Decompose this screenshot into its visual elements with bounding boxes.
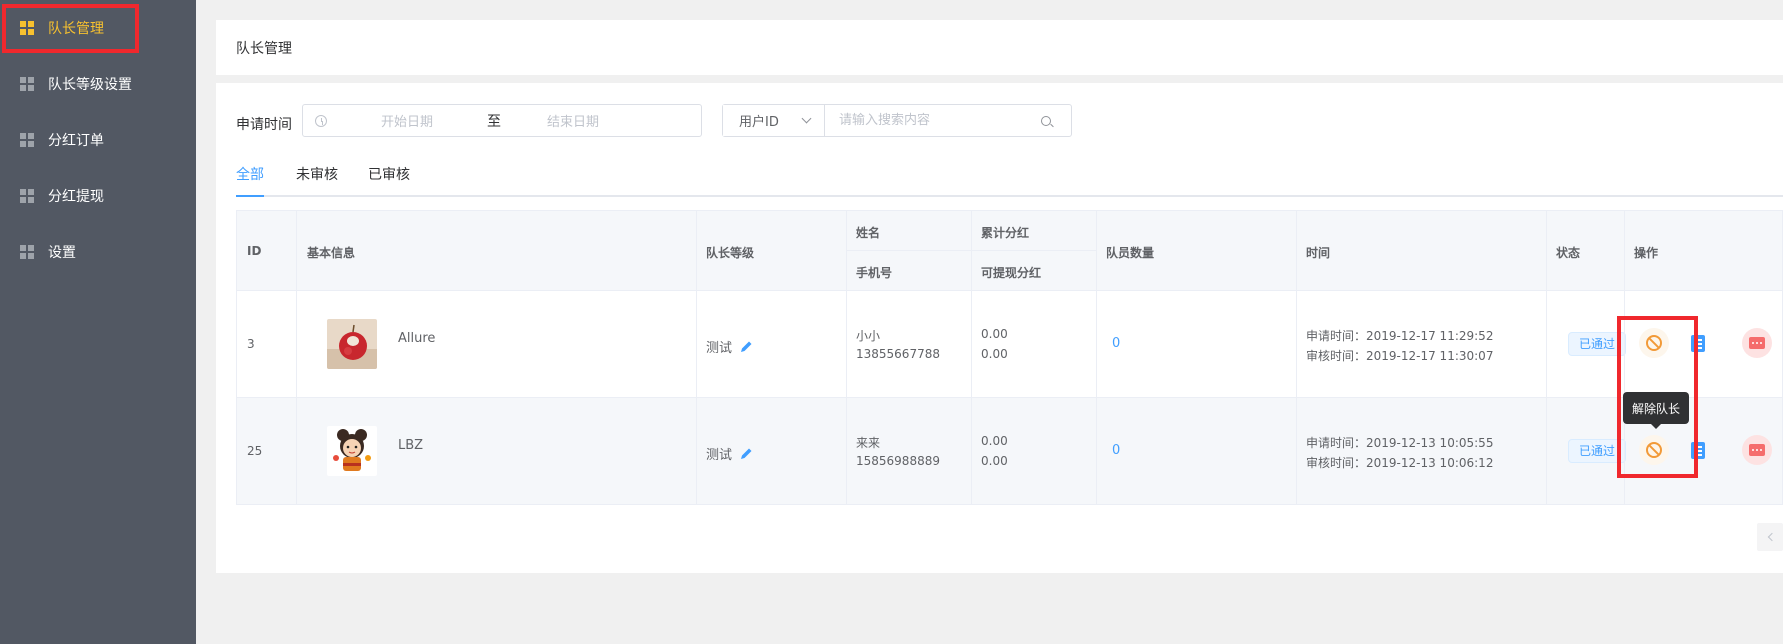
- tab-all[interactable]: 全部: [236, 163, 264, 197]
- apply-time-label: 申请时间: [236, 117, 292, 133]
- row-total-dividend: 0.00: [981, 327, 1008, 341]
- message-icon: [1749, 444, 1765, 456]
- start-date-input[interactable]: 开始日期: [381, 111, 433, 130]
- row-apply-time: 申请时间：2019-12-17 11:29:52: [1306, 329, 1494, 343]
- page-title: 队长管理: [236, 40, 292, 57]
- sidebar-item-dividend-withdrawal[interactable]: 分红提现: [0, 176, 196, 216]
- header-name: 姓名: [856, 226, 881, 240]
- column-divider: [1546, 211, 1547, 505]
- header-time: 时间: [1306, 246, 1331, 260]
- row-name: 来来: [856, 436, 881, 450]
- row-id: 3: [247, 337, 255, 351]
- column-divider: [1624, 211, 1625, 505]
- row-total-dividend: 0.00: [981, 434, 1008, 448]
- grid-icon: [20, 189, 34, 203]
- chevron-down-icon: [801, 113, 812, 124]
- message-button[interactable]: [1742, 435, 1772, 465]
- row-review-time: 审核时间：2019-12-17 11:30:07: [1306, 349, 1494, 363]
- detail-document-icon[interactable]: [1691, 442, 1705, 459]
- row-nickname: LBZ: [398, 438, 424, 453]
- sidebar-item-label: 队长等级设置: [48, 77, 132, 93]
- row-nickname: Allure: [398, 331, 436, 346]
- row-member-count[interactable]: 0: [1112, 443, 1120, 458]
- header-status: 状态: [1556, 246, 1581, 260]
- row-level: 测试: [706, 444, 753, 463]
- range-separator: 至: [487, 113, 501, 130]
- ban-icon: [1646, 442, 1662, 458]
- row-phone: 13855667788: [856, 347, 940, 361]
- date-range-picker[interactable]: 开始日期 至 结束日期: [302, 104, 702, 137]
- sidebar-item-captain-management[interactable]: 队长管理: [0, 8, 196, 48]
- clock-icon: [315, 114, 327, 127]
- sidebar-item-label: 设置: [48, 245, 76, 261]
- sidebar: 队长管理 队长等级设置 分红订单 分红提现 设置: [0, 0, 196, 644]
- grid-icon: [20, 77, 34, 91]
- column-divider: [696, 211, 697, 505]
- row-name: 小小: [856, 329, 881, 343]
- pencil-icon[interactable]: [740, 340, 753, 353]
- header-id: ID: [247, 244, 262, 258]
- row-withdrawable-dividend: 0.00: [981, 454, 1008, 468]
- header-phone: 手机号: [856, 266, 893, 280]
- remove-captain-tooltip: 解除队长: [1623, 392, 1689, 429]
- row-review-time: 审核时间：2019-12-13 10:06:12: [1306, 456, 1494, 470]
- grid-icon: [20, 21, 34, 35]
- row-level: 测试: [706, 337, 753, 356]
- table-header: ID 基本信息 队长等级 姓名 手机号 累计分红 可提现分红 队员数量 时间 状…: [237, 211, 1782, 291]
- search-field-value: 用户ID: [739, 115, 779, 130]
- column-divider: [1096, 211, 1097, 505]
- row-apply-time: 申请时间：2019-12-13 10:05:55: [1306, 436, 1494, 450]
- end-date-input[interactable]: 结束日期: [547, 111, 599, 130]
- search-group: 用户ID: [722, 104, 1072, 137]
- avatar: [327, 426, 377, 476]
- search-input[interactable]: [825, 105, 1041, 136]
- tab-reviewed[interactable]: 已审核: [368, 163, 410, 197]
- header-member-count: 队员数量: [1106, 246, 1155, 260]
- grid-icon: [20, 133, 34, 147]
- row-level-text: 测试: [706, 448, 733, 463]
- header-total-dividend: 累计分红: [981, 226, 1030, 240]
- search-field-select[interactable]: 用户ID: [723, 105, 825, 136]
- pencil-icon[interactable]: [740, 447, 753, 460]
- remove-captain-button[interactable]: [1639, 328, 1669, 358]
- column-divider: [296, 211, 297, 505]
- sidebar-item-settings[interactable]: 设置: [0, 232, 196, 272]
- tab-unreviewed[interactable]: 未审核: [296, 163, 338, 197]
- message-button[interactable]: [1742, 328, 1772, 358]
- sidebar-item-label: 分红订单: [48, 133, 104, 149]
- message-icon: [1749, 337, 1765, 349]
- table-row: 3 Allure 测试 小小 13855667788 0.00 0.00 0 申…: [237, 291, 1782, 398]
- sidebar-item-label: 分红提现: [48, 189, 104, 205]
- prev-page-button[interactable]: [1757, 523, 1783, 551]
- sidebar-item-label: 队长管理: [48, 21, 104, 37]
- table-row: 25 LBZ 测试 来来 15856988889 0.00 0.00 0 申请时…: [237, 398, 1782, 505]
- status-badge: 已通过: [1568, 332, 1627, 356]
- ban-icon: [1646, 335, 1662, 351]
- grid-icon: [20, 245, 34, 259]
- row-withdrawable-dividend: 0.00: [981, 347, 1008, 361]
- content-panel: 申请时间 开始日期 至 结束日期 用户ID 全部 未审核 已审核 ID 基本信息…: [216, 83, 1783, 573]
- sidebar-item-captain-level-settings[interactable]: 队长等级设置: [0, 64, 196, 104]
- status-tabs: 全部 未审核 已审核: [236, 163, 1783, 197]
- page-header: 队长管理: [216, 20, 1783, 75]
- status-badge: 已通过: [1568, 439, 1627, 463]
- column-divider: [1296, 211, 1297, 505]
- search-icon[interactable]: [1041, 115, 1051, 126]
- captain-table: ID 基本信息 队长等级 姓名 手机号 累计分红 可提现分红 队员数量 时间 状…: [236, 210, 1783, 505]
- sidebar-item-dividend-orders[interactable]: 分红订单: [0, 120, 196, 160]
- detail-document-icon[interactable]: [1691, 335, 1705, 352]
- row-id: 25: [247, 444, 263, 458]
- remove-captain-button[interactable]: [1639, 435, 1669, 465]
- header-basic-info: 基本信息: [307, 246, 356, 260]
- header-level: 队长等级: [706, 246, 755, 260]
- row-phone: 15856988889: [856, 454, 940, 468]
- header-actions: 操作: [1634, 246, 1659, 260]
- column-divider: [971, 211, 972, 505]
- header-withdrawable-dividend: 可提现分红: [981, 266, 1042, 280]
- row-level-text: 测试: [706, 341, 733, 356]
- avatar: [327, 319, 377, 369]
- column-divider: [846, 211, 847, 505]
- row-member-count[interactable]: 0: [1112, 336, 1120, 351]
